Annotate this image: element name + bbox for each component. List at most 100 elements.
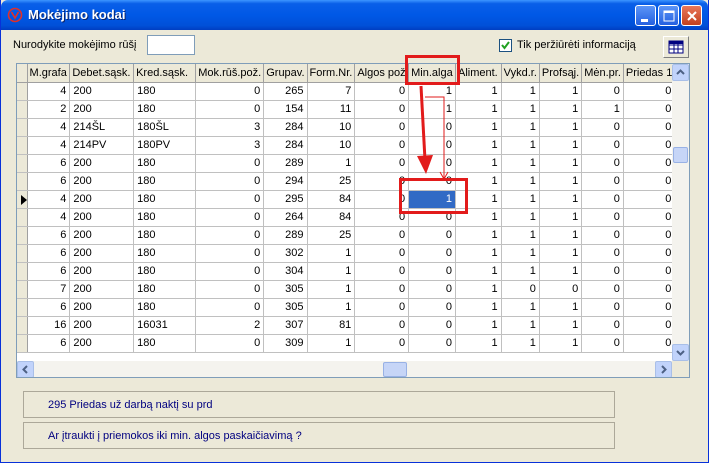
cell-priedas-1[interactable]: 0 <box>623 190 676 209</box>
cell-priedas-1[interactable]: 0 <box>623 172 676 191</box>
cell-m-grafa[interactable]: 6 <box>27 226 71 245</box>
cell-kred-sask[interactable]: 180 <box>133 172 197 191</box>
cell-algos-poz[interactable]: 0 <box>354 154 410 173</box>
table-row[interactable]: 6 200 180 0 309 1 0 0 1 1 1 0 0 <box>17 334 689 353</box>
cell-kred-sask[interactable]: 180 <box>133 226 197 245</box>
cell-grupav[interactable]: 284 <box>263 118 308 137</box>
cell-min-alga[interactable]: 0 <box>408 136 456 155</box>
cell-min-alga[interactable]: 1 <box>408 100 456 119</box>
cell-form-nr[interactable]: 1 <box>307 334 356 353</box>
cell-debet-sask[interactable]: 200 <box>69 262 135 281</box>
minimize-button[interactable] <box>635 5 656 26</box>
column-header-grupav[interactable]: Grupav. <box>263 64 308 83</box>
row-indicator[interactable] <box>17 154 28 173</box>
cell-aliment[interactable]: 1 <box>455 118 502 137</box>
cell-mok-rus-poz[interactable]: 0 <box>195 172 265 191</box>
cell-priedas-1[interactable]: 0 <box>623 154 676 173</box>
cell-vykd-r[interactable]: 1 <box>501 262 540 281</box>
cell-debet-sask[interactable]: 200 <box>69 190 135 209</box>
cell-kred-sask[interactable]: 180 <box>133 154 197 173</box>
cell-algos-poz[interactable]: 0 <box>354 298 410 317</box>
cell-algos-poz[interactable]: 0 <box>354 82 410 101</box>
cell-mok-rus-poz[interactable]: 3 <box>195 118 265 137</box>
cell-debet-sask[interactable]: 200 <box>69 82 135 101</box>
row-indicator[interactable] <box>17 244 28 263</box>
cell-men-pr[interactable]: 0 <box>581 208 624 227</box>
cell-grupav[interactable]: 304 <box>263 262 308 281</box>
cell-mok-rus-poz[interactable]: 2 <box>195 316 265 335</box>
table-row[interactable]: 6 200 180 0 289 1 0 0 1 1 1 0 0 <box>17 154 689 173</box>
cell-m-grafa[interactable]: 6 <box>27 262 71 281</box>
row-indicator[interactable] <box>17 172 28 191</box>
cell-priedas-1[interactable]: 0 <box>623 244 676 263</box>
cell-vykd-r[interactable]: 1 <box>501 172 540 191</box>
cell-grupav[interactable]: 154 <box>263 100 308 119</box>
cell-vykd-r[interactable]: 1 <box>501 244 540 263</box>
column-header-form-nr[interactable]: Form.Nr. <box>307 64 356 83</box>
cell-mok-rus-poz[interactable]: 0 <box>195 334 265 353</box>
cell-algos-poz[interactable]: 0 <box>354 334 410 353</box>
cell-debet-sask[interactable]: 200 <box>69 316 135 335</box>
cell-min-alga[interactable]: 0 <box>408 280 456 299</box>
column-header-men-pr[interactable]: Mėn.pr. <box>581 64 624 83</box>
row-indicator[interactable] <box>17 226 28 245</box>
cell-min-alga[interactable]: 0 <box>408 316 456 335</box>
cell-form-nr[interactable]: 1 <box>307 280 356 299</box>
cell-min-alga[interactable]: 0 <box>408 262 456 281</box>
cell-mok-rus-poz[interactable]: 0 <box>195 226 265 245</box>
cell-algos-poz[interactable]: 0 <box>354 100 410 119</box>
table-row[interactable]: 6 200 180 0 289 25 0 0 1 1 1 0 0 <box>17 226 689 245</box>
cell-mok-rus-poz[interactable]: 0 <box>195 298 265 317</box>
cell-grupav[interactable]: 289 <box>263 154 308 173</box>
row-indicator[interactable] <box>17 136 28 155</box>
table-row[interactable]: 6 200 180 0 305 1 0 0 1 1 1 0 0 <box>17 298 689 317</box>
cell-m-grafa[interactable]: 6 <box>27 172 71 191</box>
cell-mok-rus-poz[interactable]: 0 <box>195 262 265 281</box>
cell-m-grafa[interactable]: 6 <box>27 298 71 317</box>
row-indicator[interactable] <box>17 208 28 227</box>
cell-debet-sask[interactable]: 200 <box>69 100 135 119</box>
cell-grupav[interactable]: 265 <box>263 82 308 101</box>
cell-form-nr[interactable]: 1 <box>307 298 356 317</box>
cell-m-grafa[interactable]: 6 <box>27 154 71 173</box>
view-only-checkbox[interactable] <box>499 39 512 52</box>
cell-debet-sask[interactable]: 200 <box>69 172 135 191</box>
cell-vykd-r[interactable]: 1 <box>501 118 540 137</box>
cell-grupav[interactable]: 305 <box>263 298 308 317</box>
cell-mok-rus-poz[interactable]: 0 <box>195 190 265 209</box>
cell-kred-sask[interactable]: 180 <box>133 298 197 317</box>
cell-mok-rus-poz[interactable]: 3 <box>195 136 265 155</box>
cell-mok-rus-poz[interactable]: 0 <box>195 82 265 101</box>
cell-m-grafa[interactable]: 4 <box>27 190 71 209</box>
cell-grupav[interactable]: 295 <box>263 190 308 209</box>
cell-form-nr[interactable]: 1 <box>307 262 356 281</box>
cell-priedas-1[interactable]: 0 <box>623 262 676 281</box>
cell-profsaj[interactable]: 1 <box>539 136 583 155</box>
cell-form-nr[interactable]: 84 <box>307 190 356 209</box>
cell-debet-sask[interactable]: 200 <box>69 154 135 173</box>
cell-m-grafa[interactable]: 4 <box>27 208 71 227</box>
cell-mok-rus-poz[interactable]: 0 <box>195 154 265 173</box>
cell-kred-sask[interactable]: 16031 <box>133 316 197 335</box>
scroll-right-button[interactable] <box>655 361 672 377</box>
cell-aliment[interactable]: 1 <box>455 226 502 245</box>
row-indicator[interactable] <box>17 262 28 281</box>
cell-aliment[interactable]: 1 <box>455 316 502 335</box>
cell-men-pr[interactable]: 0 <box>581 316 624 335</box>
cell-aliment[interactable]: 1 <box>455 100 502 119</box>
table-row[interactable]: 16 200 16031 2 307 81 0 0 1 1 1 0 0 <box>17 316 689 335</box>
cell-aliment[interactable]: 1 <box>455 244 502 263</box>
table-row[interactable]: 4 214ŠL 180ŠL 3 284 10 0 0 1 1 1 0 0 <box>17 118 689 137</box>
table-row[interactable]: 4 200 180 0 265 7 0 1 1 1 1 0 0 <box>17 82 689 101</box>
cell-men-pr[interactable]: 1 <box>581 100 624 119</box>
row-indicator[interactable] <box>17 334 28 353</box>
cell-men-pr[interactable]: 0 <box>581 136 624 155</box>
table-row[interactable]: 6 200 180 0 302 1 0 0 1 1 1 0 0 <box>17 244 689 263</box>
cell-men-pr[interactable]: 0 <box>581 118 624 137</box>
cell-men-pr[interactable]: 0 <box>581 190 624 209</box>
cell-men-pr[interactable]: 0 <box>581 298 624 317</box>
title-bar[interactable]: Mokėjimo kodai <box>1 0 708 30</box>
cell-debet-sask[interactable]: 214ŠL <box>69 118 135 137</box>
cell-algos-poz[interactable]: 0 <box>354 136 410 155</box>
cell-vykd-r[interactable]: 0 <box>501 280 540 299</box>
